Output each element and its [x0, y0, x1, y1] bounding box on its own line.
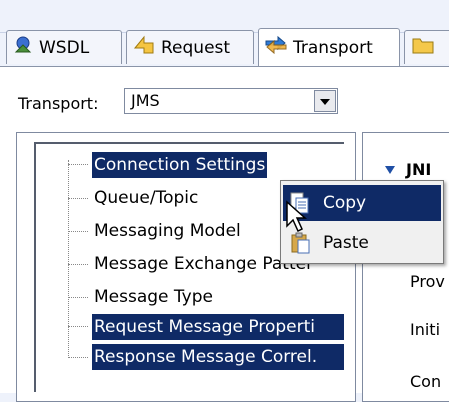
tab-wsdl-label: WSDL: [39, 37, 90, 58]
tree-item-response-message-correlation[interactable]: Response Message Correl.: [92, 344, 344, 370]
menu-item-copy-label: Copy: [323, 193, 367, 213]
tree-item-label: Queue/Topic: [94, 188, 199, 208]
tab-bar: WSDL Request Transport: [0, 26, 449, 68]
chevron-down-icon: [319, 91, 331, 111]
tree-item-label: Response Message Correl.: [94, 347, 318, 367]
details-row-connection: Con: [410, 372, 442, 391]
details-row-initial: Initi: [410, 320, 441, 339]
tree-item-request-message-properties[interactable]: Request Message Properti: [92, 314, 344, 340]
tab-transport-label: Transport: [293, 37, 373, 58]
combo-dropdown-button[interactable]: [314, 90, 336, 112]
tree-item-label: Messaging Model: [94, 221, 241, 241]
folder-icon: [411, 34, 435, 61]
tree-connector-line: [68, 160, 69, 358]
tree-connector: [68, 231, 88, 232]
tree-item-messaging-model[interactable]: Messaging Model: [92, 218, 243, 244]
tree-connector: [68, 326, 88, 327]
tree-item-label: Request Message Properti: [94, 317, 315, 337]
collapse-triangle-icon[interactable]: [384, 160, 396, 179]
transport-icon: [265, 35, 287, 60]
tree-item-label: Connection Settings: [94, 155, 266, 175]
tree-item-label: Message Type: [94, 287, 213, 307]
mouse-pointer-icon: [285, 200, 307, 239]
tab-more[interactable]: [404, 30, 449, 64]
request-icon: [133, 34, 155, 61]
tree-connector: [68, 357, 88, 358]
tree-item-connection-settings[interactable]: Connection Settings: [92, 152, 268, 178]
wsdl-icon: [13, 35, 33, 60]
transport-combo[interactable]: JMS: [124, 88, 338, 114]
transport-label: Transport:: [18, 93, 99, 113]
tree-connector: [68, 198, 88, 199]
transport-row: Transport:: [18, 90, 98, 116]
section-header[interactable]: JNI: [384, 160, 431, 179]
tree-connector: [68, 264, 88, 265]
tree-connector: [68, 297, 88, 298]
transport-value: JMS: [131, 91, 160, 110]
tab-request[interactable]: Request: [126, 30, 254, 64]
tree-item-queue-topic[interactable]: Queue/Topic: [92, 185, 200, 211]
menu-item-paste-label: Paste: [323, 233, 369, 253]
details-row-provider: Prov: [410, 272, 445, 291]
tab-request-label: Request: [161, 37, 231, 58]
tree-connector: [68, 164, 88, 165]
section-header-label: JNI: [406, 160, 432, 179]
tab-transport[interactable]: Transport: [258, 28, 400, 66]
tree-item-message-type[interactable]: Message Type: [92, 284, 215, 310]
tab-wsdl[interactable]: WSDL: [6, 30, 122, 64]
